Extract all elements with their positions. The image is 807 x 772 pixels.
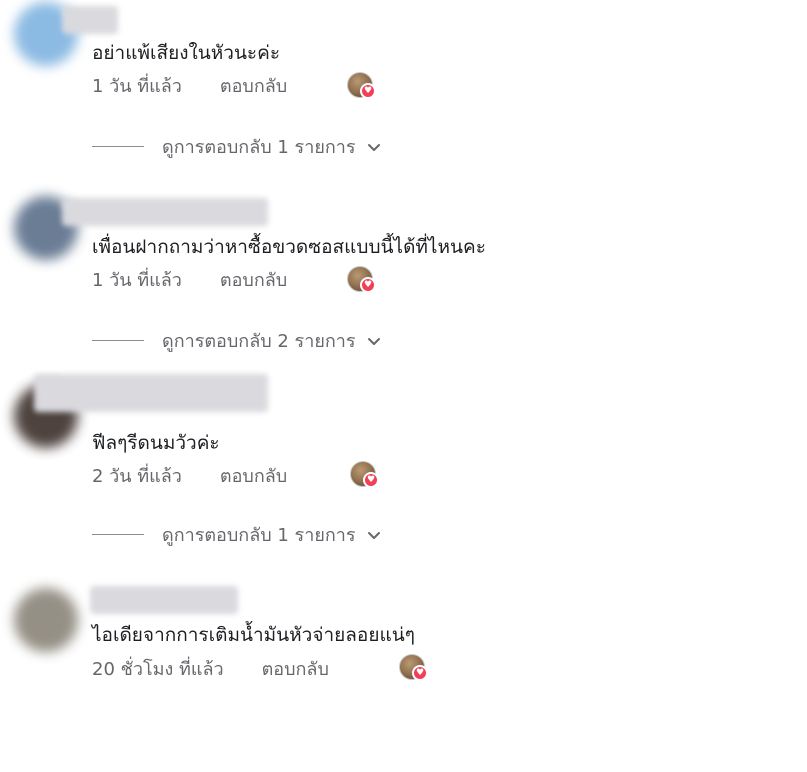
divider-line — [92, 146, 144, 147]
author-name-blurred[interactable] — [62, 6, 118, 34]
view-replies-button[interactable]: ดูการตอบกลับ 1 รายการ — [92, 520, 382, 549]
view-replies-button[interactable]: ดูการตอบกลับ 2 รายการ — [92, 326, 382, 355]
reply-button[interactable]: ตอบกลับ — [220, 265, 287, 294]
heart-icon: ♥ — [363, 472, 379, 488]
chevron-down-icon — [367, 143, 380, 151]
comment-meta: 1 วัน ที่แล้ว ตอบกลับ — [92, 265, 287, 294]
author-name-blurred[interactable] — [90, 586, 238, 614]
reply-button[interactable]: ตอบกลับ — [220, 71, 287, 100]
comment-meta: 20 ชั่วโมง ที่แล้ว ตอบกลับ — [92, 654, 329, 683]
view-replies-label: ดูการตอบกลับ 2 รายการ — [162, 331, 356, 352]
comment-time[interactable]: 20 ชั่วโมง ที่แล้ว — [92, 654, 224, 683]
comment-time[interactable]: 2 วัน ที่แล้ว — [92, 461, 182, 490]
view-replies-label: ดูการตอบกลับ 1 รายการ — [162, 137, 356, 158]
author-name-blurred[interactable] — [34, 374, 268, 412]
reply-button[interactable]: ตอบกลับ — [220, 461, 287, 490]
view-replies-button[interactable]: ดูการตอบกลับ 1 รายการ — [92, 132, 382, 161]
comment-text: ฟีลๆรีดนมวัวค่ะ — [92, 432, 220, 454]
comment-meta: 2 วัน ที่แล้ว ตอบกลับ — [92, 461, 287, 490]
comment-time[interactable]: 1 วัน ที่แล้ว — [92, 265, 182, 294]
chevron-down-icon — [367, 337, 380, 345]
divider-line — [92, 534, 144, 535]
author-name-blurred[interactable] — [62, 198, 268, 226]
heart-icon: ♥ — [360, 277, 376, 293]
comment: ฟีลๆรีดนมวัวค่ะ 2 วัน ที่แล้ว ตอบกลับ ♥ … — [0, 374, 807, 578]
love-reaction-icon[interactable]: ♥ — [399, 654, 429, 684]
comment-meta: 1 วัน ที่แล้ว ตอบกลับ — [92, 71, 287, 100]
heart-icon: ♥ — [360, 83, 376, 99]
comment-time[interactable]: 1 วัน ที่แล้ว — [92, 71, 182, 100]
heart-icon: ♥ — [412, 665, 428, 681]
comment: ไอเดียจากการเติมน้ำมันหัวจ่ายลอยแน่ๆ 20 … — [0, 582, 807, 772]
avatar[interactable] — [14, 588, 78, 652]
comment-text: ไอเดียจากการเติมน้ำมันหัวจ่ายลอยแน่ๆ — [92, 624, 415, 646]
love-reaction-icon[interactable]: ♥ — [350, 461, 380, 491]
reply-button[interactable]: ตอบกลับ — [262, 654, 329, 683]
love-reaction-icon[interactable]: ♥ — [347, 72, 377, 102]
comment: อย่าแพ้เสียงในหัวนะค่ะ 1 วัน ที่แล้ว ตอบ… — [0, 0, 807, 190]
comment-text: อย่าแพ้เสียงในหัวนะค่ะ — [92, 42, 281, 64]
love-reaction-icon[interactable]: ♥ — [347, 266, 377, 296]
chevron-down-icon — [367, 531, 380, 539]
view-replies-label: ดูการตอบกลับ 1 รายการ — [162, 525, 356, 546]
comment-text: เพื่อนฝากถามว่าหาซื้อขวดซอสแบบนี้ได้ที่ไ… — [92, 236, 486, 258]
comment: เพื่อนฝากถามว่าหาซื้อขวดซอสแบบนี้ได้ที่ไ… — [0, 194, 807, 384]
divider-line — [92, 340, 144, 341]
